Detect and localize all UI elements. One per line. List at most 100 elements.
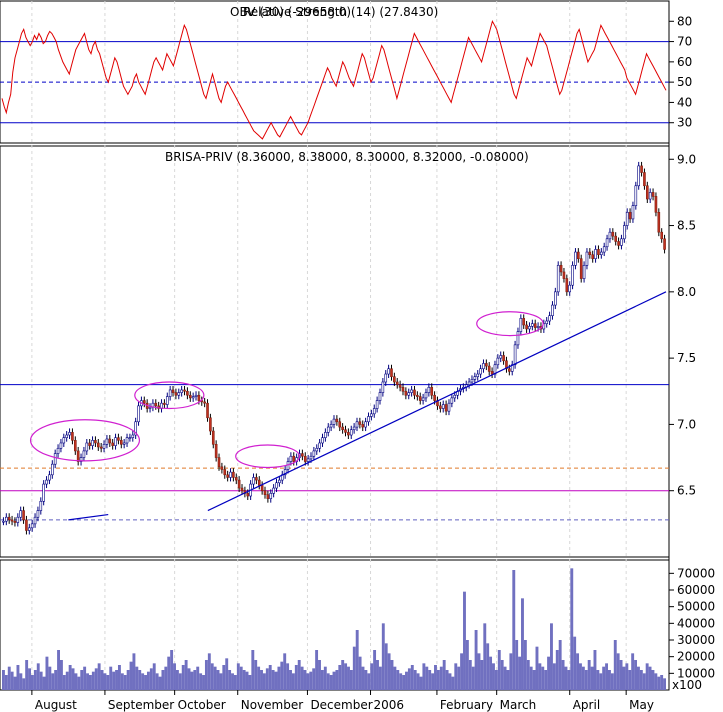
candle-body [545, 320, 549, 324]
candle-body [272, 487, 275, 494]
volume-bar [83, 666, 87, 690]
volume-bar [471, 666, 475, 690]
volume-bar [616, 653, 620, 690]
volume-bar [303, 670, 307, 690]
volume-bar [663, 678, 666, 690]
candle-body [554, 291, 557, 306]
volume-bar [181, 665, 185, 690]
candle-body [76, 450, 80, 462]
y-tick-label: 80 [677, 14, 692, 28]
candle-body [574, 251, 577, 266]
volume-bar [59, 660, 63, 690]
volume-bar [103, 673, 107, 690]
volume-bar [193, 670, 197, 690]
candle-body [625, 211, 629, 226]
volume-bar [436, 670, 440, 690]
candle-body [117, 437, 120, 441]
volume-bar [465, 640, 469, 690]
candle-body [335, 418, 339, 423]
volume-bar [7, 666, 11, 690]
candle-body [177, 392, 181, 396]
volume-bar [239, 666, 243, 690]
volume-bar [175, 670, 179, 690]
volume-bar [173, 663, 176, 690]
candle-body [324, 432, 327, 438]
volume-bar [51, 673, 55, 690]
volume-bar [190, 671, 194, 690]
candle-body [439, 405, 442, 409]
candle-body [240, 487, 244, 492]
rsi-title: Relative Strength (14) (27.8430) [243, 5, 438, 19]
volume-bar [355, 630, 359, 690]
candle-body [263, 490, 267, 495]
candle-body [525, 324, 528, 330]
volume-bar [257, 666, 261, 690]
volume-bar [387, 653, 391, 690]
candle-body [25, 519, 28, 531]
candle-body [45, 479, 48, 485]
candle-body [657, 211, 661, 233]
volume-bar [535, 646, 539, 690]
x-tick-label: December [310, 698, 372, 712]
candle-body [96, 442, 100, 448]
volume-bar [196, 666, 200, 690]
volume-bar [579, 663, 582, 690]
candle-body [551, 304, 554, 317]
candle-body [165, 396, 169, 405]
volume-bar [268, 665, 272, 690]
volume-bar [349, 670, 353, 690]
candle-body [68, 432, 71, 436]
y-tick-label: 7.5 [677, 351, 696, 365]
candle-body [349, 429, 353, 436]
volume-bar [483, 623, 487, 690]
candle-body [398, 384, 402, 388]
volume-bar [120, 673, 124, 690]
volume-bar [422, 663, 426, 690]
volume-bar [117, 665, 121, 690]
volume-bar [329, 675, 333, 690]
volume-bar [115, 670, 118, 690]
volume-bar [442, 660, 446, 690]
candle-body [266, 494, 270, 499]
volume-bar [77, 676, 81, 690]
volume-bar [167, 656, 171, 690]
candle-body [269, 493, 273, 499]
volume-bar [10, 671, 14, 690]
volume-bar [506, 670, 510, 690]
candle-body [7, 516, 11, 521]
x-tick-label: November [241, 698, 303, 712]
candle-body [447, 402, 451, 412]
x-tick-label: February [440, 698, 493, 712]
volume-bar [396, 670, 400, 690]
candle-body [211, 430, 215, 445]
candle-body [594, 249, 597, 259]
volume-bar [555, 650, 559, 690]
volume-bar [573, 636, 577, 690]
candle-body [119, 440, 123, 445]
volume-bar [477, 653, 481, 690]
volume-bar [492, 663, 495, 690]
candle-body [197, 394, 201, 401]
candle-body [229, 471, 232, 478]
candle-body [401, 386, 405, 392]
candle-body [364, 421, 367, 428]
volume-bar [33, 670, 37, 690]
volume-bar [529, 666, 533, 690]
volume-bar [146, 671, 150, 690]
y-tick-label: 40 [677, 95, 692, 109]
candle-body [13, 520, 17, 523]
candle-body [453, 394, 457, 399]
volume-bar [584, 670, 588, 690]
candle-body [148, 406, 152, 409]
volume-bar [57, 650, 60, 690]
volume-bar [570, 568, 574, 690]
candle-body [252, 477, 255, 485]
volume-bar [236, 663, 240, 690]
candle-body [620, 238, 623, 246]
volume-bar [320, 670, 324, 690]
candle-body [565, 278, 569, 293]
candle-body [640, 165, 643, 173]
volume-bar [463, 591, 466, 690]
candle-body [556, 265, 560, 293]
volume-bar [152, 663, 156, 690]
